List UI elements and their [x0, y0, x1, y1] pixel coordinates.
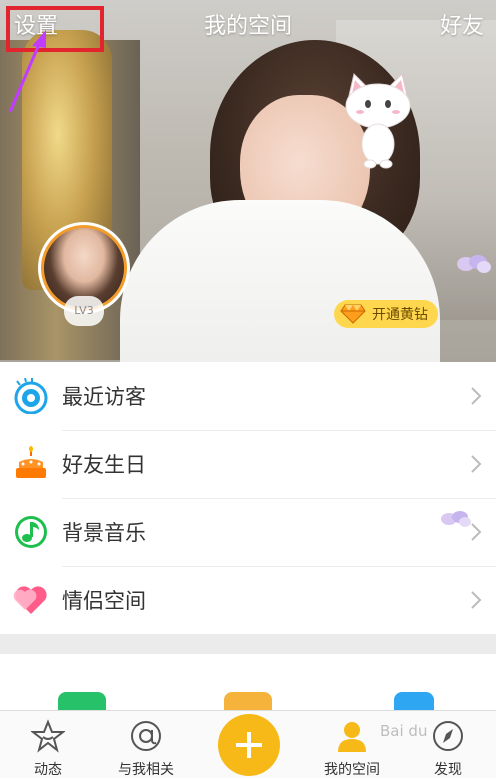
menu-item-label: 情侣空间 [62, 589, 146, 613]
person-icon [338, 722, 366, 752]
cat-sticker-icon [345, 73, 411, 169]
music-note-icon [15, 516, 47, 548]
level-badge: LV3 [64, 296, 104, 326]
app-shortcut-green[interactable] [58, 692, 106, 710]
space-menu: 最近访客 好友生日 背景音乐 情侣空间 [0, 362, 496, 634]
cover-shirt [120, 200, 440, 362]
flower-sticker-icon [457, 255, 491, 273]
tab-label: 发现 [434, 762, 462, 778]
menu-item-label: 好友生日 [62, 453, 146, 477]
tab-feed[interactable]: 动态 [8, 719, 88, 778]
tab-label: 与我相关 [118, 762, 174, 778]
menu-item-background-music[interactable]: 背景音乐 [0, 498, 496, 566]
menu-item-couple-space[interactable]: 情侣空间 [0, 566, 496, 634]
star-icon [31, 719, 65, 753]
app-shortcut-orange[interactable] [224, 692, 272, 710]
diamond-icon [340, 304, 366, 324]
section-divider [0, 634, 496, 654]
tab-related-to-me[interactable]: 与我相关 [106, 719, 186, 778]
menu-item-friend-birthdays[interactable]: 好友生日 [0, 430, 496, 498]
post-button[interactable] [218, 714, 280, 776]
app-shortcut-blue[interactable] [394, 692, 434, 710]
plus-icon [236, 732, 262, 758]
tab-label: 我的空间 [324, 762, 380, 778]
app-shortcuts-row [0, 654, 496, 710]
heart-icon [13, 586, 47, 614]
flower-sticker-icon [441, 511, 471, 527]
chevron-right-icon [471, 591, 482, 609]
open-yellow-diamond-label: 开通黄钻 [372, 307, 428, 323]
tab-label: 动态 [34, 762, 62, 778]
my-space-screen: 设置 我的空间 好友 LV3 开通黄钻 最近访客 好友生日 背景音乐 情侣空间 … [0, 0, 496, 778]
chevron-right-icon [471, 455, 482, 473]
open-yellow-diamond-button[interactable]: 开通黄钻 [334, 300, 438, 328]
menu-item-label: 背景音乐 [62, 521, 146, 545]
menu-item-recent-visitors[interactable]: 最近访客 [0, 362, 496, 430]
at-icon [131, 721, 161, 751]
chevron-right-icon [471, 387, 482, 405]
menu-item-label: 最近访客 [62, 385, 146, 409]
annotation-arrow-icon [8, 30, 46, 113]
eye-icon [14, 378, 48, 414]
friends-button[interactable]: 好友 [440, 8, 484, 40]
compass-icon [433, 721, 463, 751]
cake-icon [16, 446, 46, 478]
watermark: Bai du [380, 722, 428, 740]
